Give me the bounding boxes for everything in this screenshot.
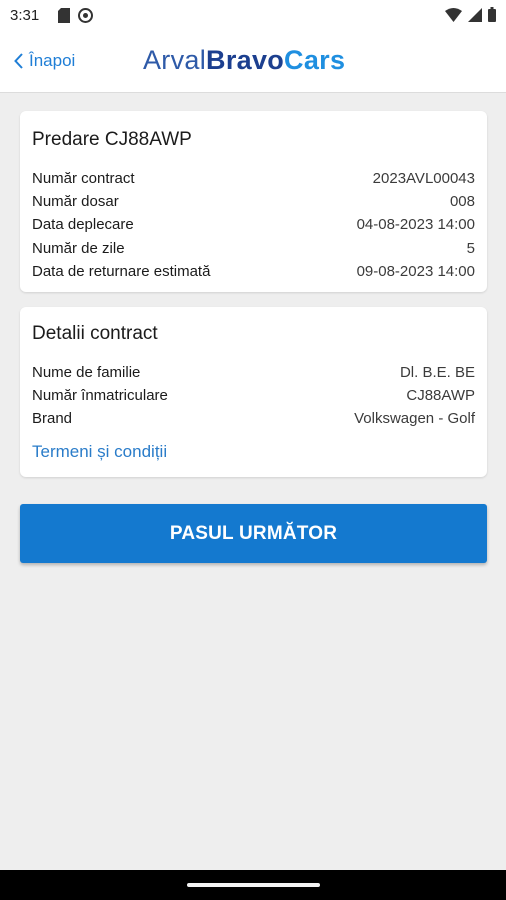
- handover-details: Număr contract 2023AVL00043 Număr dosar …: [32, 167, 475, 283]
- logo-cars: Cars: [284, 45, 346, 75]
- detail-row-last-name: Nume de familie Dl. B.E. BE: [32, 361, 475, 384]
- detail-label: Nume de familie: [32, 364, 141, 381]
- detail-value: 09-08-2023 14:00: [356, 262, 475, 280]
- detail-value: 008: [449, 193, 475, 211]
- app-logo: ArvalBravoCars: [143, 45, 345, 76]
- status-time: 3:31: [10, 7, 40, 24]
- detail-label: Data de returnare estimată: [32, 262, 211, 280]
- detail-row-plate: Număr înmatriculare CJ88AWP: [32, 384, 475, 407]
- detail-row-brand: Brand Volkswagen - Golf: [32, 407, 475, 430]
- status-right-icons: [445, 7, 496, 22]
- handover-title: Predare CJ88AWP: [32, 129, 192, 150]
- status-left-icons: [58, 8, 93, 23]
- back-label: Înapoi: [29, 51, 76, 70]
- chevron-left-icon: [14, 53, 23, 69]
- back-button[interactable]: Înapoi: [14, 51, 75, 71]
- battery-icon: [488, 7, 496, 22]
- contract-details-title: Detalii contract: [32, 323, 158, 344]
- terms-and-conditions-link[interactable]: Termeni și condiții: [32, 442, 167, 462]
- detail-label: Număr de zile: [32, 239, 125, 257]
- cloud-sync-icon: [78, 8, 93, 23]
- detail-row-days: Număr de zile 5: [32, 237, 475, 260]
- detail-value: 5: [466, 239, 475, 257]
- home-gesture-handle[interactable]: [187, 883, 320, 887]
- detail-value: 04-08-2023 14:00: [356, 216, 475, 234]
- contract-details: Nume de familie Dl. B.E. BE Număr înmatr…: [32, 361, 475, 431]
- status-bar: 3:31: [0, 0, 506, 34]
- detail-label: Număr contract: [32, 170, 135, 187]
- detail-row-departure-date: Data deplecare 04-08-2023 14:00: [32, 213, 475, 236]
- detail-label: Brand: [32, 410, 73, 428]
- detail-value: Dl. B.E. BE: [399, 364, 475, 381]
- detail-label: Număr dosar: [32, 193, 119, 211]
- detail-label: Număr înmatriculare: [32, 387, 168, 405]
- contract-details-card: Detalii contract Nume de familie Dl. B.E…: [20, 307, 487, 477]
- logo-bravo: Bravo: [206, 45, 285, 75]
- detail-value: 2023AVL00043: [372, 170, 475, 187]
- app-header: Înapoi ArvalBravoCars: [0, 34, 506, 93]
- detail-row-return-date: Data de returnare estimată 09-08-2023 14…: [32, 260, 475, 283]
- detail-row-file-number: Număr dosar 008: [32, 190, 475, 213]
- sim-card-icon: [58, 8, 70, 23]
- detail-value: CJ88AWP: [406, 387, 475, 405]
- detail-label: Data deplecare: [32, 216, 134, 234]
- cellular-signal-icon: [468, 7, 482, 22]
- detail-value: Volkswagen - Golf: [354, 410, 475, 428]
- logo-arval: Arval: [143, 45, 207, 75]
- handover-card: Predare CJ88AWP Număr contract 2023AVL00…: [20, 111, 487, 292]
- wifi-icon: [445, 7, 462, 22]
- next-step-button[interactable]: PASUL URMĂTOR: [20, 504, 487, 563]
- detail-row-contract-number: Număr contract 2023AVL00043: [32, 167, 475, 190]
- system-navigation-bar: [0, 870, 506, 900]
